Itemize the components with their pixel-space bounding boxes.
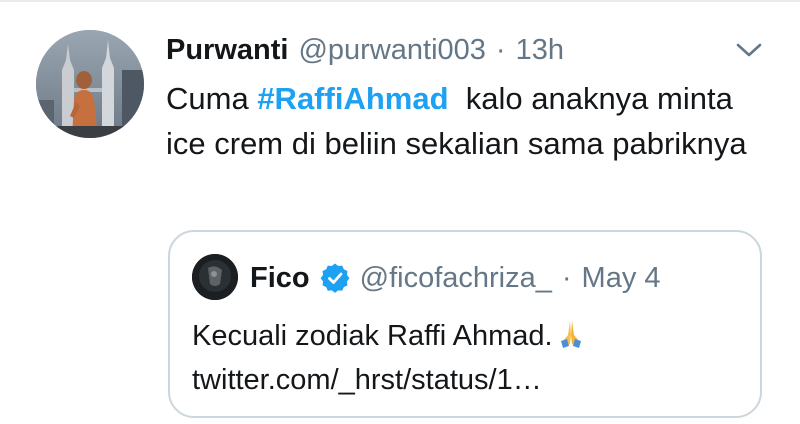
divider [0,0,800,2]
quoted-avatar[interactable] [192,254,238,300]
quoted-separator-dot: · [561,261,572,294]
quoted-date[interactable]: May 4 [582,262,661,295]
quoted-link[interactable]: twitter.com/_hrst/status/1… [192,364,542,396]
quoted-profile-photo-icon [192,254,238,300]
quoted-author-handle[interactable]: @ficofachriza_ [360,262,552,295]
quoted-tweet-card[interactable]: Fico @ficofachriza_ · May 4 Kecuali zodi… [168,230,762,418]
tweet-text-start: Cuma [166,81,258,116]
tweet-view: Purwanti @purwanti003 · 13h Cuma #RaffiA… [0,0,800,424]
quoted-tweet-text: Kecuali zodiak Raffi Ahmad. twitter.com/… [192,314,752,402]
tweet-text: Cuma #RaffiAhmad kalo anaknya minta ice … [166,76,776,166]
folded-hands-icon [560,321,581,348]
author-handle[interactable]: @purwanti003 [298,34,485,67]
separator-dot: · [495,33,506,66]
chevron-down-icon[interactable] [734,38,764,62]
timestamp[interactable]: 13h [516,34,564,67]
verified-badge-icon [320,263,350,293]
author-name[interactable]: Purwanti [166,34,288,67]
tweet-header: Purwanti @purwanti003 · 13h [166,30,564,70]
quoted-author-name[interactable]: Fico [250,262,310,295]
quoted-header: Fico @ficofachriza_ · May 4 [250,256,661,300]
avatar[interactable] [36,30,144,138]
quoted-text-line: Kecuali zodiak Raffi Ahmad. [192,320,553,352]
hashtag-link[interactable]: #RaffiAhmad [257,81,448,116]
profile-photo-icon [36,30,144,138]
